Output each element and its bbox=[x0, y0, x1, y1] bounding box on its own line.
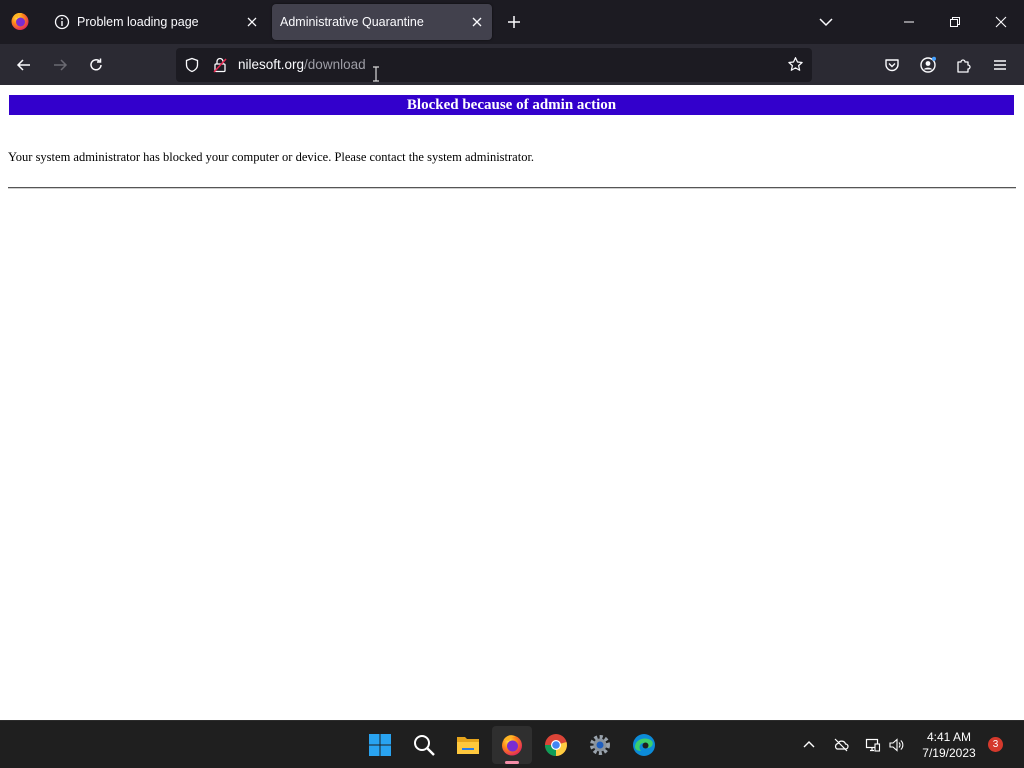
extensions-puzzle-icon[interactable] bbox=[955, 56, 973, 74]
clock-date: 7/19/2023 bbox=[922, 746, 976, 760]
windows-taskbar: 4:41 AM 7/19/2023 3 bbox=[0, 720, 1024, 768]
url-text[interactable]: nilesoft.org/download bbox=[238, 57, 366, 72]
close-tab-icon[interactable] bbox=[470, 15, 484, 29]
navigation-toolbar: nilesoft.org/download bbox=[0, 44, 1024, 85]
taskbar-chrome[interactable] bbox=[536, 726, 576, 764]
start-button[interactable] bbox=[360, 726, 400, 764]
insecure-lock-icon[interactable] bbox=[212, 57, 228, 73]
list-all-tabs-icon[interactable] bbox=[818, 14, 834, 30]
firefox-icon bbox=[502, 735, 522, 756]
menu-hamburger-icon[interactable] bbox=[991, 56, 1009, 74]
tab-strip: Problem loading page Administrative Quar… bbox=[0, 0, 1024, 44]
horizontal-divider bbox=[8, 187, 1016, 189]
taskbar-file-explorer[interactable] bbox=[448, 726, 488, 764]
search-icon bbox=[414, 735, 435, 756]
blocked-banner-title: Blocked because of admin action bbox=[9, 95, 1014, 115]
url-domain: nilesoft.org bbox=[238, 57, 305, 72]
taskbar-edge[interactable] bbox=[624, 726, 664, 764]
chevron-up-icon[interactable] bbox=[801, 737, 817, 753]
chrome-icon bbox=[544, 734, 567, 757]
tab-administrative-quarantine[interactable]: Administrative Quarantine bbox=[272, 4, 492, 40]
bookmark-star-icon[interactable] bbox=[787, 56, 804, 73]
settings-icon bbox=[590, 735, 610, 755]
close-tab-icon[interactable] bbox=[245, 15, 259, 29]
tab-title: Problem loading page bbox=[77, 15, 199, 29]
system-clock[interactable]: 4:41 AM 7/19/2023 bbox=[912, 729, 986, 761]
info-icon bbox=[54, 14, 70, 30]
onedrive-offline-icon[interactable] bbox=[833, 737, 849, 753]
new-tab-icon[interactable] bbox=[506, 14, 522, 30]
account-icon[interactable] bbox=[919, 56, 937, 74]
text-cursor-icon bbox=[373, 66, 379, 82]
taskbar-firefox[interactable] bbox=[492, 726, 532, 764]
taskbar-settings[interactable] bbox=[580, 726, 620, 764]
volume-icon[interactable] bbox=[888, 737, 904, 753]
url-bar[interactable]: nilesoft.org/download bbox=[176, 48, 812, 82]
tab-problem-loading-page[interactable]: Problem loading page bbox=[44, 4, 270, 40]
restore-icon[interactable] bbox=[948, 15, 962, 29]
firefox-logo-icon[interactable] bbox=[10, 11, 30, 31]
active-app-indicator bbox=[505, 761, 519, 764]
notification-badge[interactable]: 3 bbox=[988, 737, 1003, 752]
clock-time: 4:41 AM bbox=[926, 730, 972, 744]
file-explorer-icon bbox=[457, 737, 479, 754]
edge-icon bbox=[633, 734, 655, 756]
reload-icon[interactable] bbox=[87, 56, 105, 74]
tab-title: Administrative Quarantine bbox=[280, 15, 424, 29]
minimize-icon[interactable] bbox=[902, 15, 916, 29]
url-path: /download bbox=[304, 57, 366, 72]
pocket-icon[interactable] bbox=[883, 56, 901, 74]
back-arrow-icon[interactable] bbox=[15, 56, 33, 74]
window-close-icon[interactable] bbox=[994, 15, 1008, 29]
start-icon bbox=[369, 734, 391, 756]
tracking-protection-shield-icon[interactable] bbox=[184, 57, 200, 73]
blocked-message: Your system administrator has blocked yo… bbox=[8, 150, 535, 164]
taskbar-search-button[interactable] bbox=[404, 726, 444, 764]
forward-arrow-icon bbox=[54, 59, 68, 71]
network-icon[interactable] bbox=[865, 737, 881, 753]
